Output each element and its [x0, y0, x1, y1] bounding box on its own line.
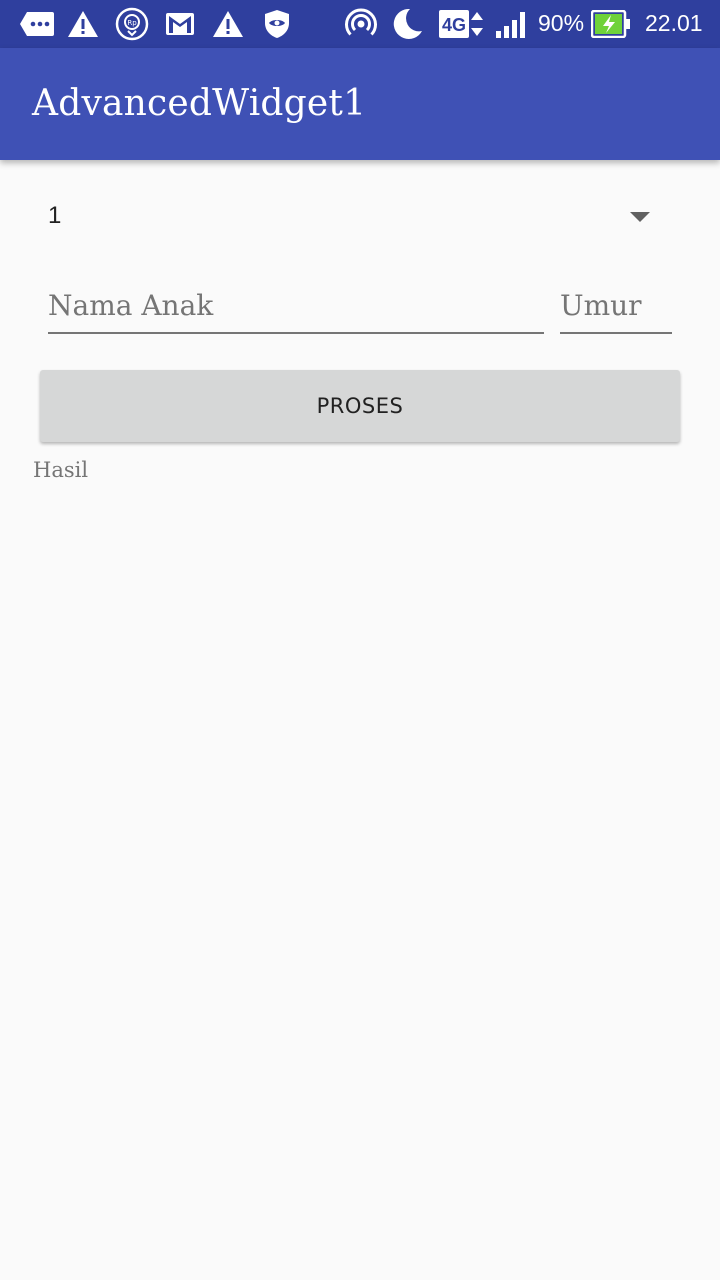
chat-more-icon — [18, 8, 56, 40]
svg-text:Rp: Rp — [127, 19, 137, 27]
rupiah-icon: Rp — [114, 7, 150, 41]
network-4g-icon: 4G — [438, 8, 486, 40]
hotspot-icon — [344, 8, 378, 40]
warning-icon — [66, 8, 100, 40]
warning-icon — [211, 8, 245, 40]
proses-button[interactable]: PROSES — [40, 370, 680, 442]
moon-icon — [388, 8, 426, 40]
app-bar: AdvancedWidget1 — [0, 48, 720, 160]
svg-text:4G: 4G — [442, 15, 466, 35]
umur-field[interactable] — [560, 280, 672, 334]
app-title: AdvancedWidget1 — [32, 83, 367, 124]
gmail-icon — [164, 8, 196, 40]
status-time: 22.01 — [645, 10, 703, 36]
umur-input[interactable] — [560, 280, 672, 330]
spinner-selected-value: 1 — [48, 202, 62, 229]
battery-percent: 90% — [538, 10, 585, 36]
nama-anak-input[interactable] — [48, 280, 544, 330]
battery-charging-icon — [591, 8, 631, 40]
signal-icon — [494, 8, 530, 40]
result-text: Hasil — [33, 458, 89, 482]
status-bar: Rp 4G 90% 22.01 — [0, 0, 720, 48]
dropdown-arrow-icon — [630, 212, 650, 222]
nama-anak-field[interactable] — [48, 280, 544, 334]
shield-icon — [261, 8, 293, 40]
number-spinner[interactable]: 1 — [32, 188, 680, 248]
